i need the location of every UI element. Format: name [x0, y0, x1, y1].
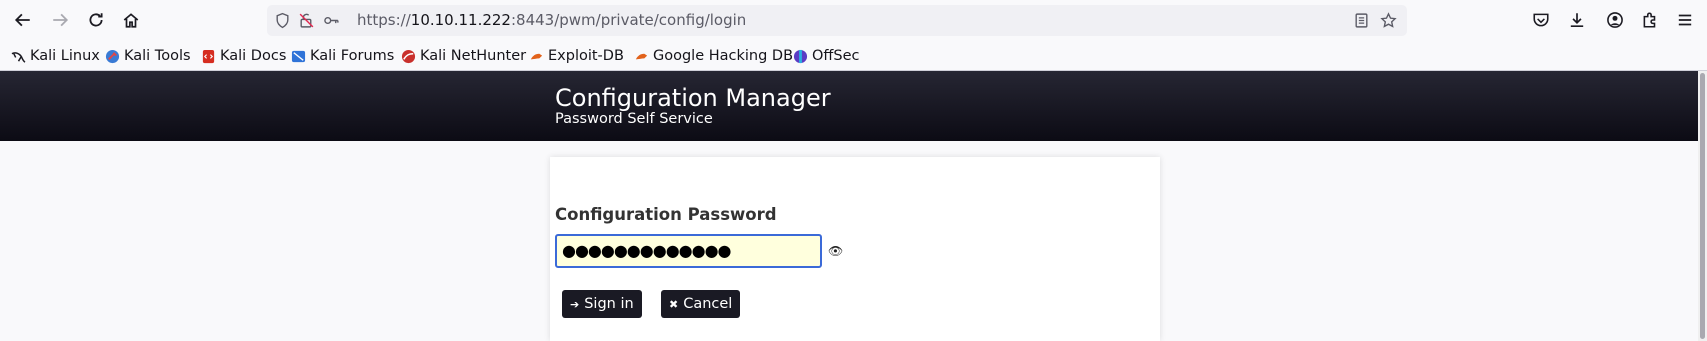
bookmark-kali-linux[interactable]: Kali Linux — [11, 45, 100, 67]
arrow-right-icon — [53, 13, 69, 27]
puzzle-icon — [1643, 12, 1656, 28]
bookmark-label: Google Hacking DB — [653, 48, 794, 64]
bookmark-offsec[interactable]: OffSec — [793, 45, 860, 67]
close-icon: ✖ — [669, 297, 679, 311]
page-content: Configuration Manager Password Self Serv… — [0, 71, 1698, 341]
kali-dragon-icon — [11, 51, 26, 63]
account-icon — [1607, 12, 1623, 28]
login-panel: Configuration Password ●●●●●●●●●●●●● 👁 ➔… — [550, 157, 1160, 341]
bookmark-google-hacking-db[interactable]: Google Hacking DB — [634, 45, 793, 67]
exploit-db-icon — [530, 53, 543, 59]
bookmark-kali-forums[interactable]: Kali Forums — [291, 45, 394, 67]
kali-tools-icon — [105, 49, 120, 63]
url-host: 10.10.11.222 — [410, 11, 511, 29]
bookmark-kali-nethunter[interactable]: Kali NetHunter — [401, 45, 526, 67]
arrow-left-icon — [14, 13, 30, 27]
cancel-button[interactable]: ✖ Cancel — [661, 290, 741, 318]
nethunter-icon — [401, 49, 416, 63]
menu-button[interactable] — [1670, 6, 1700, 34]
key-icon[interactable] — [322, 11, 340, 29]
reload-button[interactable] — [81, 6, 111, 34]
browser-toolbar: https://10.10.11.222:8443/pwm/private/co… — [0, 0, 1707, 41]
url-text[interactable]: https://10.10.11.222:8443/pwm/private/co… — [357, 5, 746, 36]
home-button[interactable] — [116, 6, 146, 34]
ghdb-icon — [635, 53, 648, 59]
kali-forums-icon — [291, 50, 306, 62]
url-path: :8443/pwm/private/config/login — [510, 11, 747, 29]
downloads-button[interactable] — [1562, 6, 1592, 34]
bookmark-label: Kali Tools — [124, 48, 191, 64]
kali-docs-icon — [202, 49, 215, 63]
show-password-eye-icon[interactable]: 👁 — [828, 244, 843, 258]
download-icon — [1570, 13, 1584, 28]
hamburger-menu-icon — [1678, 14, 1692, 26]
page-subtitle: Password Self Service — [555, 111, 713, 127]
password-label: Configuration Password — [555, 205, 777, 224]
insecure-lock-icon[interactable] — [297, 11, 315, 29]
reader-view-icon[interactable] — [1352, 11, 1370, 29]
cancel-label: Cancel — [683, 296, 733, 312]
bookmark-label: Kali Forums — [310, 48, 395, 64]
bookmark-label: Kali Linux — [30, 48, 100, 64]
page-scrollbar[interactable] — [1698, 71, 1707, 341]
url-prefix: https:// — [357, 11, 411, 29]
account-button[interactable] — [1600, 6, 1630, 34]
page-title: Configuration Manager — [555, 84, 831, 112]
bookmark-label: Kali Docs — [220, 48, 287, 64]
shield-icon[interactable] — [273, 11, 291, 29]
bookmark-label: Kali NetHunter — [420, 48, 527, 64]
url-bar[interactable]: https://10.10.11.222:8443/pwm/private/co… — [267, 5, 1407, 36]
bookmark-kali-tools[interactable]: Kali Tools — [105, 45, 191, 67]
bookmarks-toolbar: Kali Linux Kali Tools Kali Docs Kali For… — [0, 41, 1707, 71]
bookmark-label: OffSec — [812, 48, 860, 64]
signin-icon: ➔ — [570, 297, 580, 311]
forward-button[interactable] — [45, 6, 75, 34]
bookmark-star-icon[interactable] — [1379, 11, 1397, 29]
pocket-icon — [1533, 13, 1549, 27]
signin-button[interactable]: ➔ Sign in — [562, 290, 642, 318]
bookmark-exploit-db[interactable]: Exploit-DB — [529, 45, 624, 67]
password-input[interactable]: ●●●●●●●●●●●●● — [555, 234, 822, 268]
pocket-button[interactable] — [1526, 6, 1556, 34]
signin-label: Sign in — [584, 296, 634, 312]
bookmark-kali-docs[interactable]: Kali Docs — [201, 45, 286, 67]
home-icon — [123, 13, 139, 28]
bookmark-label: Exploit-DB — [548, 48, 624, 64]
back-button[interactable] — [8, 6, 38, 34]
extensions-button[interactable] — [1635, 6, 1665, 34]
page-header: Configuration Manager Password Self Serv… — [0, 71, 1698, 141]
offsec-icon — [793, 49, 808, 63]
reload-icon — [89, 13, 103, 27]
scrollbar-thumb[interactable] — [1700, 73, 1705, 339]
